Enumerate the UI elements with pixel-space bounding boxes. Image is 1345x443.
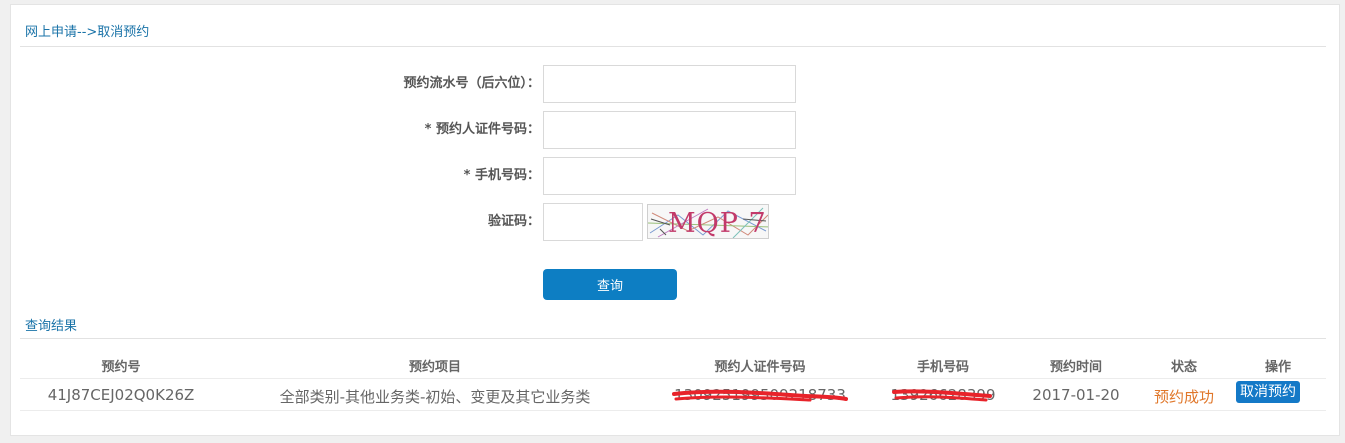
query-button[interactable]: 查询 [543,269,677,300]
cancel-appointment-button[interactable]: 取消预约 [1236,381,1300,403]
captcha-label: 验证码： [487,214,540,229]
id-label: * 预约人证件号码： [424,122,540,137]
captcha-text: MQP 7 [668,208,767,239]
cell-phone: 13926628399 [890,386,996,404]
col-time: 预约时间 [1049,360,1103,375]
serial-row: 预约流水号（后六位）： [300,65,540,103]
col-id-number: 预约人证件号码 [714,360,806,375]
cell-appointment-no: 41J87CEJ02Q0K26Z [47,386,195,404]
col-status: 状态 [1170,360,1198,375]
serial-input[interactable] [543,65,796,103]
divider-top [20,46,1326,47]
divider-results [20,338,1326,339]
col-phone: 手机号码 [916,360,970,375]
breadcrumb[interactable]: 网上申请-->取消预约 [25,21,149,40]
phone-row: * 手机号码： [300,157,540,195]
table-header-divider [20,378,1326,379]
table-bottom-divider [20,410,1326,411]
cell-status: 预约成功 [1153,388,1215,406]
captcha-image[interactable]: MQP 7 [647,204,769,239]
col-item: 预约项目 [408,360,462,375]
phone-label: * 手机号码： [463,168,540,183]
cell-time: 2017-01-20 [1032,386,1120,404]
serial-label: 预约流水号（后六位）： [403,76,540,91]
cell-item: 全部类别-其他业务类-初始、变更及其它业务类 [279,388,591,406]
id-row: * 预约人证件号码： [300,111,540,149]
phone-input[interactable] [543,157,796,195]
captcha-input[interactable] [543,203,643,241]
results-title: 查询结果 [25,319,78,334]
cell-id-number: 130925199509218733 [674,386,846,404]
col-action: 操作 [1264,360,1292,375]
captcha-row: 验证码： [300,203,540,241]
id-number-input[interactable] [543,111,796,149]
col-appointment-no: 预约号 [101,360,141,375]
